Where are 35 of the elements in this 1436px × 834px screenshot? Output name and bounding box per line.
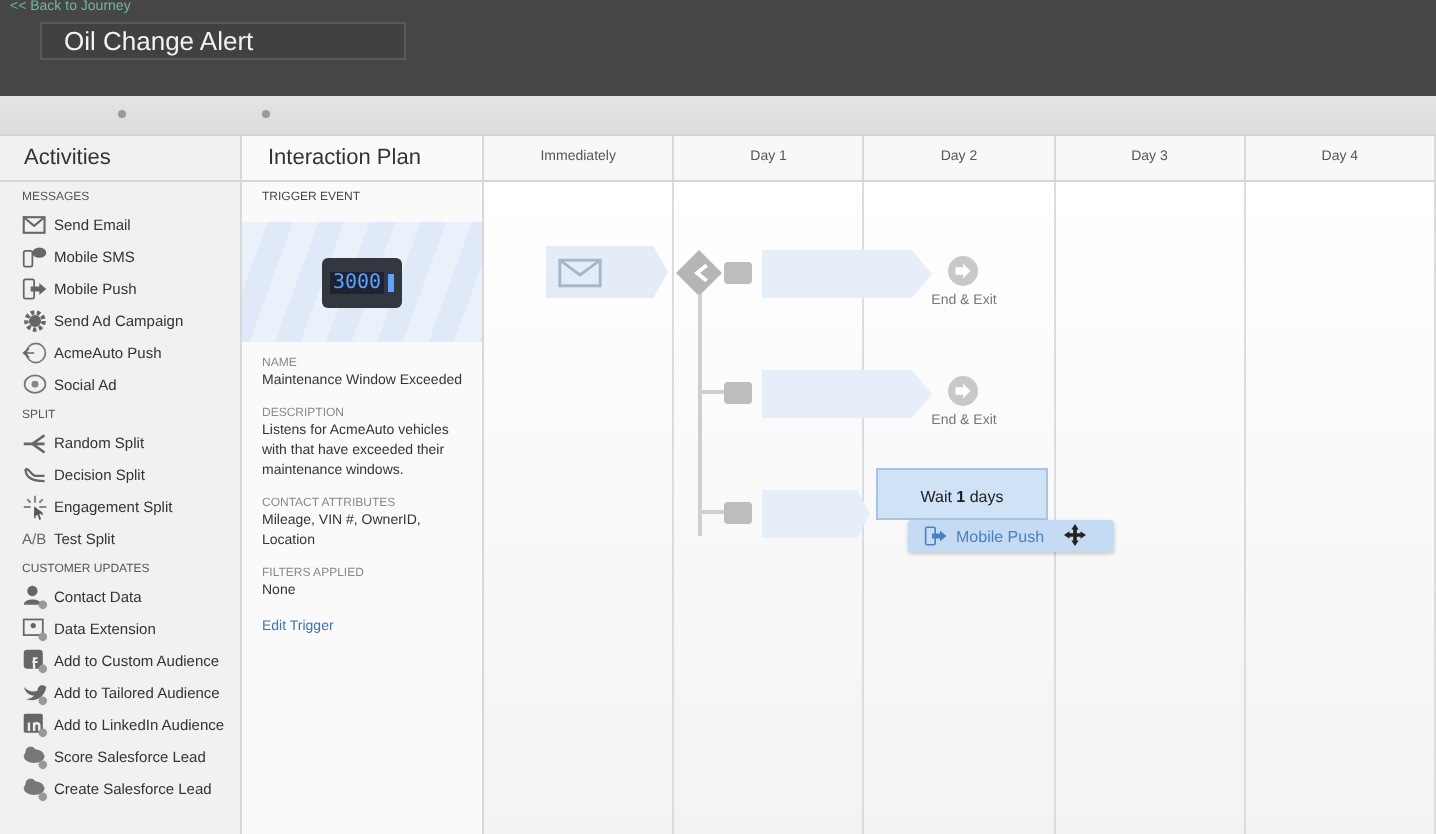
wait-activity-box[interactable]: Wait 1 days [876,468,1048,520]
empty-activity-slot[interactable] [762,250,932,298]
bird-icon [22,679,48,705]
odometer-drawing: 3000 [322,257,402,307]
cloud-icon [22,743,48,769]
path-marker[interactable] [724,262,752,284]
phone-icon [22,243,48,269]
envelope-icon [558,257,602,287]
envelope-icon [22,211,48,237]
card-icon [22,615,48,641]
email-activity-node[interactable] [546,246,668,298]
cursor-icon [22,493,48,519]
gear-icon [22,307,48,333]
wait-label: Wait 1 days [918,486,1006,506]
exit-icon[interactable] [948,256,978,286]
handle-dot-icon[interactable] [118,110,126,118]
cloud-icon [22,775,48,801]
square-logo-icon [22,711,48,737]
panel-title: Interaction Plan [242,136,482,182]
person-icon [22,583,48,609]
empty-activity-slot[interactable] [762,370,932,418]
title-field[interactable]: Oil Change Alert [40,22,406,60]
path-marker[interactable] [724,502,752,524]
empty-activity-slot[interactable] [762,490,870,538]
phone-arrow-icon [22,275,48,301]
exit-icon[interactable] [948,376,978,406]
split-icon [22,429,48,455]
handle-dot-icon[interactable] [262,110,270,118]
square-logo-icon [22,647,48,673]
panel-title: Activities [0,136,240,182]
move-cursor-icon [1064,524,1086,546]
split-node-icon[interactable] [676,250,722,296]
path-marker[interactable] [724,382,752,404]
speech-bubble-icon [22,371,48,397]
phone-arrow-icon [924,524,948,548]
